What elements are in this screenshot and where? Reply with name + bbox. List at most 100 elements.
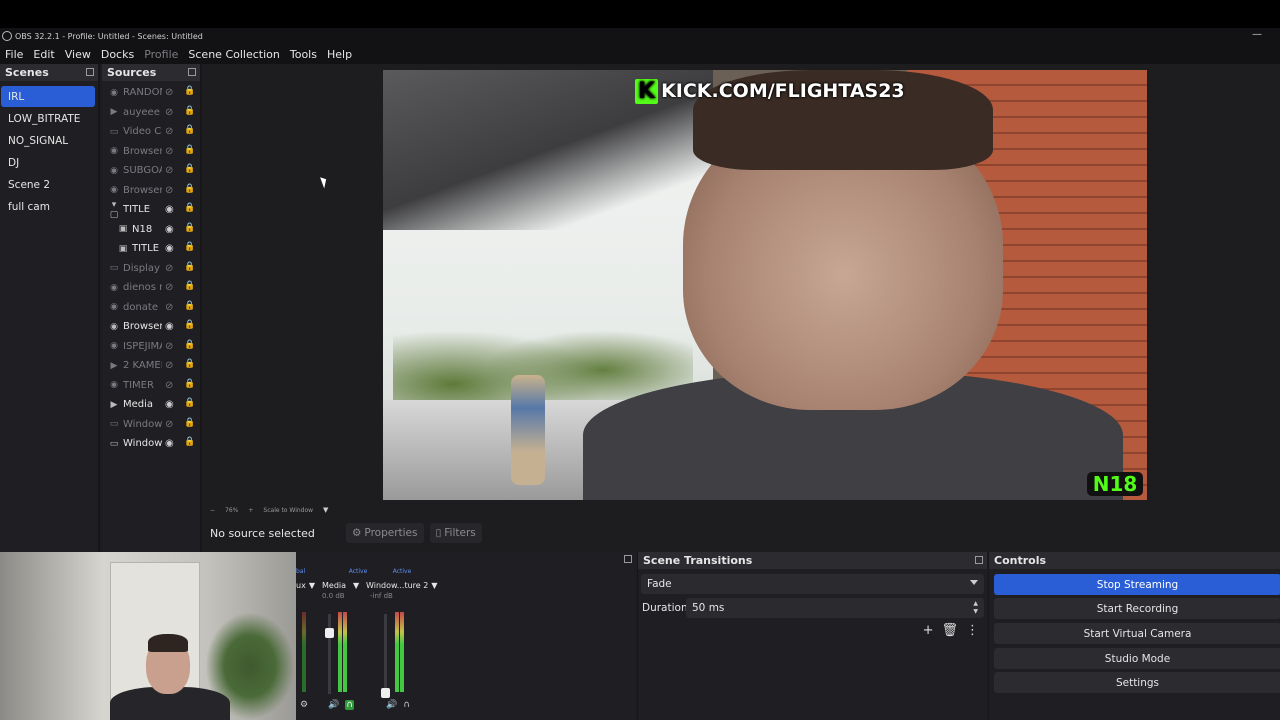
eye-hidden-icon[interactable]: ⊘ xyxy=(165,360,173,371)
unlock-icon[interactable]: 🔒 xyxy=(184,86,195,96)
start-virtual-camera-button[interactable]: Start Virtual Camera xyxy=(994,623,1280,644)
minimize-icon[interactable]: — xyxy=(1252,29,1262,40)
scene-item-scene-2[interactable]: Scene 2 xyxy=(1,174,95,195)
stop-streaming-button[interactable]: Stop Streaming xyxy=(994,574,1280,595)
lock-icon[interactable]: 🔒 xyxy=(184,359,195,369)
scene-item-full-cam[interactable]: full cam xyxy=(1,196,95,217)
source-item[interactable]: ◉ RANDOM⊘ 🔒 xyxy=(102,83,200,103)
fader-handle[interactable] xyxy=(325,628,334,638)
source-item[interactable]: ▭ Window ◉ 🔒 xyxy=(102,434,200,454)
eye-icon[interactable]: ◉ xyxy=(165,224,174,235)
chevron-down-icon[interactable]: ▼ xyxy=(323,506,328,514)
menu-view[interactable]: View xyxy=(60,48,96,61)
lock-icon[interactable]: 🔒 xyxy=(184,184,195,194)
scene-item-low-bitrate[interactable]: LOW_BITRATE xyxy=(1,108,95,129)
scale-mode[interactable]: Scale to Window xyxy=(263,507,313,514)
eye-hidden-icon[interactable]: ⊘ xyxy=(165,341,173,352)
zoom-in-icon[interactable]: + xyxy=(248,507,253,514)
lock-icon[interactable]: 🔒 xyxy=(184,379,195,389)
stream-preview[interactable]: K KICK.COM/FLIGHTAS23 N18 xyxy=(383,70,1147,500)
source-item[interactable]: ◉ Browser ◉ 🔒 xyxy=(102,317,200,337)
source-item[interactable]: ▭ Video Ca⊘ 🔒 xyxy=(102,122,200,142)
eye-hidden-icon[interactable]: ⊘ xyxy=(165,185,173,196)
unlock-icon[interactable]: 🔒 xyxy=(184,223,195,233)
eye-icon[interactable]: ◉ xyxy=(165,438,174,449)
menu-file[interactable]: File xyxy=(0,48,28,61)
menu-tools[interactable]: Tools xyxy=(285,48,322,61)
chevron-down-icon[interactable]: ▼ xyxy=(309,581,315,590)
eye-hidden-icon[interactable]: ⊘ xyxy=(165,107,173,118)
menu-scene-collection[interactable]: Scene Collection xyxy=(183,48,284,61)
source-item[interactable]: ▭ Window ⊘ 🔒 xyxy=(102,415,200,435)
eye-hidden-icon[interactable]: ⊘ xyxy=(165,165,173,176)
headphone-icon[interactable]: ∩ xyxy=(345,700,354,710)
source-item[interactable]: ▶ 2 KAMEF⊘ 🔒 xyxy=(102,356,200,376)
volume-fader[interactable] xyxy=(384,614,387,694)
lock-icon[interactable]: 🔒 xyxy=(184,145,195,155)
source-item[interactable]: ◉ SUBGOA ⊘ 🔒 xyxy=(102,161,200,181)
eye-hidden-icon[interactable]: ⊘ xyxy=(165,263,173,274)
start-recording-button[interactable]: Start Recording xyxy=(994,598,1280,619)
lock-icon[interactable]: 🔒 xyxy=(184,203,195,213)
speaker-icon[interactable]: 🔊 xyxy=(386,700,397,710)
menu-edit[interactable]: Edit xyxy=(28,48,59,61)
unlock-icon[interactable]: 🔒 xyxy=(184,106,195,116)
volume-fader[interactable] xyxy=(328,614,331,694)
eye-hidden-icon[interactable]: ⊘ xyxy=(165,282,173,293)
properties-button[interactable]: ⚙ Properties xyxy=(346,523,424,543)
lock-icon[interactable]: 🔒 xyxy=(184,437,195,447)
lock-icon[interactable]: 🔒 xyxy=(184,340,195,350)
headphone-icon[interactable]: ∩ xyxy=(403,700,410,710)
eye-icon[interactable]: ◉ xyxy=(165,243,174,254)
chevron-down-icon[interactable]: ▼ xyxy=(431,581,437,590)
spinner-icon[interactable]: ▲ ▼ xyxy=(973,600,978,616)
eye-hidden-icon[interactable]: ⊘ xyxy=(165,302,173,313)
lock-icon[interactable]: 🔒 xyxy=(184,164,195,174)
studio-mode-button[interactable]: Studio Mode xyxy=(994,648,1280,669)
lock-icon[interactable]: 🔒 xyxy=(184,301,195,311)
menu-docks[interactable]: Docks xyxy=(96,48,139,61)
trash-icon[interactable]: 🗑 xyxy=(941,623,958,638)
eye-hidden-icon[interactable]: ⊘ xyxy=(165,87,173,98)
unlock-icon[interactable]: 🔒 xyxy=(184,242,195,252)
config-icon[interactable]: ⚙ xyxy=(300,700,308,710)
transition-select[interactable]: Fade xyxy=(641,574,984,594)
unlock-icon[interactable]: 🔒 xyxy=(184,125,195,135)
source-item[interactable]: ▶ Media ◉ 🔒 xyxy=(102,395,200,415)
source-item[interactable]: ◉ Browser ⊘ 🔒 xyxy=(102,181,200,201)
undock-icon[interactable] xyxy=(86,68,94,76)
lock-icon[interactable]: 🔒 xyxy=(184,281,195,291)
source-item[interactable]: ▭ Display C⊘ 🔒 xyxy=(102,259,200,279)
source-item[interactable]: ▣ TITLE ◉ 🔒 xyxy=(102,239,200,259)
zoom-out-icon[interactable]: − xyxy=(210,507,215,514)
fader-handle[interactable] xyxy=(381,688,390,698)
more-icon[interactable]: ⋮ xyxy=(966,623,979,638)
undock-icon[interactable] xyxy=(975,556,983,564)
eye-hidden-icon[interactable]: ⊘ xyxy=(165,419,173,430)
source-item[interactable]: ▣ N18 ◉ 🔒 xyxy=(102,220,200,240)
eye-hidden-icon[interactable]: ⊘ xyxy=(165,146,173,157)
source-item[interactable]: ◉ donate ⊘ 🔒 xyxy=(102,298,200,318)
undock-icon[interactable] xyxy=(624,555,632,563)
source-item[interactable]: ▾ ▢ TITLE ◉ 🔒 xyxy=(102,200,200,220)
undock-icon[interactable] xyxy=(188,68,196,76)
lock-icon[interactable]: 🔒 xyxy=(184,320,195,330)
source-item[interactable]: ◉ Browser ⊘ 🔒 xyxy=(102,142,200,162)
source-item[interactable]: ◉ ISPEJIMA ⊘ 🔒 xyxy=(102,337,200,357)
filters-button[interactable]: ▯ Filters xyxy=(429,523,482,543)
lock-icon[interactable]: 🔒 xyxy=(184,418,195,428)
lock-icon[interactable]: 🔒 xyxy=(184,262,195,272)
eye-icon[interactable]: ◉ xyxy=(165,321,174,332)
add-icon[interactable]: + xyxy=(923,623,934,638)
speaker-icon[interactable]: 🔊 xyxy=(328,700,339,710)
settings-button[interactable]: Settings xyxy=(994,672,1280,693)
menu-profile[interactable]: Profile xyxy=(139,48,183,61)
scene-item-dj[interactable]: DJ xyxy=(1,152,95,173)
menu-help[interactable]: Help xyxy=(322,48,357,61)
source-item[interactable]: ▶ auyeee ⊘ 🔒 xyxy=(102,103,200,123)
source-item[interactable]: ◉ dienos n ⊘ 🔒 xyxy=(102,278,200,298)
scene-item-irl[interactable]: IRL xyxy=(1,86,95,107)
eye-icon[interactable]: ◉ xyxy=(165,204,174,215)
source-item[interactable]: ◉ TIMER ⊘ 🔒 xyxy=(102,376,200,396)
duration-input[interactable]: 50 ms ▲ ▼ xyxy=(686,598,984,618)
